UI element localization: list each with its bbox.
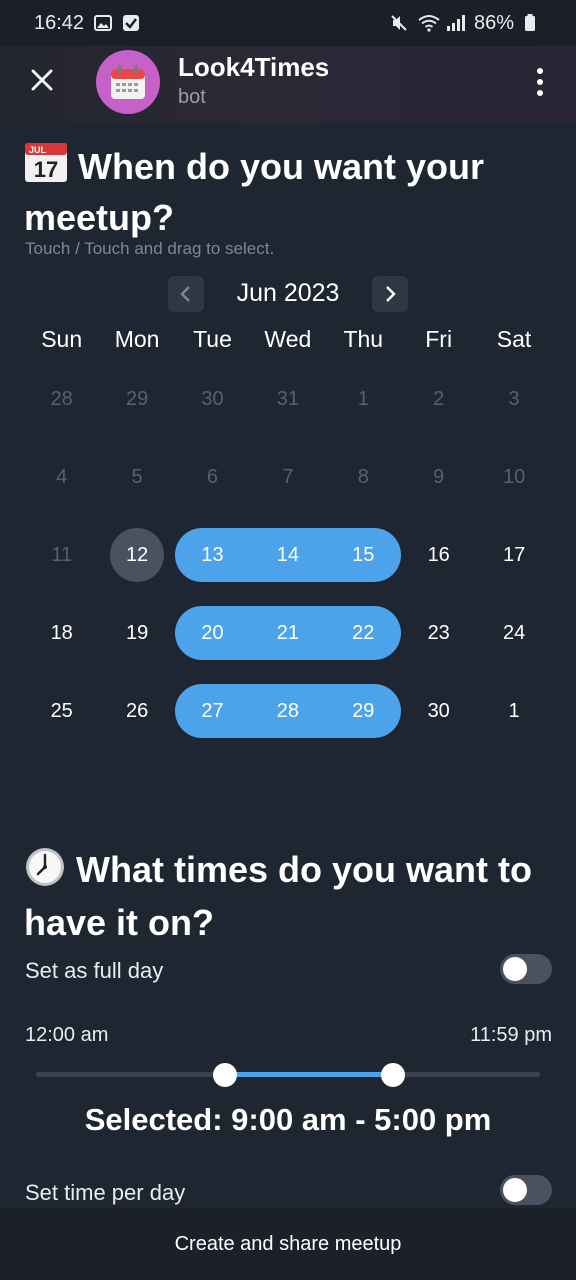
calendar-icon	[111, 65, 145, 99]
weekday-label: Thu	[343, 326, 384, 352]
calendar-day[interactable]: 16	[401, 528, 476, 582]
battery-level: 86%	[473, 11, 514, 34]
next-month-button[interactable]	[372, 276, 408, 312]
calendar-week-row: 25 26 27 28 29 30 1	[24, 684, 552, 738]
bot-name: Look4Times	[178, 52, 330, 82]
calendar-day-selected[interactable]: 14	[250, 528, 325, 582]
chat-header: Look4Times bot	[0, 46, 576, 123]
calendar-day[interactable]: 1	[476, 684, 551, 738]
signal-icon	[446, 14, 465, 32]
range-start-label: 12:00 am	[25, 1024, 109, 1046]
bottom-action-bar: Create and share meetup	[0, 1208, 576, 1280]
weekday-header-row: Sun Mon Tue Wed Thu Fri Sat	[24, 326, 552, 353]
weekday-label: Fri	[425, 326, 453, 352]
image-icon	[94, 14, 113, 32]
calendar-day[interactable]: 30	[175, 372, 250, 426]
calendar-week-row: 18 19 20 21 22 23 24	[24, 606, 552, 660]
calendar-day-selected[interactable]: 28	[250, 684, 325, 738]
avatar[interactable]	[96, 50, 160, 114]
time-section-title: What times do you want to have it on?	[24, 849, 532, 943]
date-section-heading: JUL 17 When do you want your meetup?	[24, 141, 564, 241]
time-section-heading: What times do you want to have it on?	[24, 846, 564, 946]
more-dot	[537, 90, 543, 96]
calendar-day-selected[interactable]: 22	[326, 606, 401, 660]
calendar-week-row: 28 29 30 31 1 2 3	[24, 372, 552, 426]
weekday-label: Tue	[193, 326, 232, 352]
calendar-day-selected[interactable]: 29	[326, 684, 401, 738]
clock-emoji-icon	[24, 846, 66, 899]
more-dot	[537, 68, 543, 74]
range-end-label: 11:59 pm	[470, 1024, 552, 1046]
weekday-label: Sun	[41, 326, 83, 352]
calendar-day[interactable]: 3	[476, 372, 551, 426]
calendar-day[interactable]: 1	[326, 372, 401, 426]
wifi-icon	[418, 14, 440, 32]
more-options-button[interactable]	[524, 62, 556, 102]
svg-text:17: 17	[34, 157, 58, 182]
calendar-day-selected[interactable]: 20	[175, 606, 250, 660]
bot-subtitle: bot	[178, 86, 206, 108]
calendar-day[interactable]: 4	[24, 450, 99, 504]
calendar-day[interactable]: 9	[401, 450, 476, 504]
weekday-label: Wed	[264, 326, 312, 352]
close-icon	[31, 69, 53, 91]
time-slider-end-handle[interactable]	[380, 1063, 405, 1087]
date-section-title: When do you want your meetup?	[24, 146, 484, 238]
prev-month-button[interactable]	[168, 276, 204, 312]
calendar-day[interactable]: 6	[175, 450, 250, 504]
selected-time-range: Selected: 9:00 am - 5:00 pm	[84, 1102, 492, 1137]
weekday-label: Sat	[496, 326, 532, 352]
calendar-day[interactable]: 31	[250, 372, 325, 426]
calendar-day[interactable]: 5	[99, 450, 174, 504]
calendar-day-selected[interactable]: 13	[175, 528, 250, 582]
more-dot	[537, 79, 543, 85]
calendar-day[interactable]: 17	[476, 528, 551, 582]
mute-icon	[390, 14, 408, 32]
calendar-day[interactable]: 29	[99, 372, 174, 426]
calendar-day-selected[interactable]: 21	[250, 606, 325, 660]
calendar-day[interactable]: 8	[326, 450, 401, 504]
per-day-label: Set time per day	[25, 1180, 186, 1205]
calendar-day[interactable]: 11	[24, 528, 99, 582]
calendar-day[interactable]: 30	[401, 684, 476, 738]
calendar-day-current[interactable]: 12	[99, 528, 174, 582]
battery-icon	[524, 14, 542, 32]
time-slider-start-handle[interactable]	[213, 1063, 237, 1087]
month-label: Jun 2023	[236, 279, 340, 307]
calendar-week-row: 11 12 13 14 15 16 17	[24, 528, 552, 582]
calendar-day[interactable]: 10	[476, 450, 551, 504]
calendar-emoji-icon: JUL 17	[24, 141, 68, 194]
per-day-toggle[interactable]	[500, 1175, 552, 1205]
calendar-day[interactable]: 2	[401, 372, 476, 426]
chevron-left-icon	[180, 286, 190, 302]
calendar-day-selected[interactable]: 15	[326, 528, 401, 582]
status-bar: 16:42 86%	[0, 0, 576, 46]
close-button[interactable]	[22, 60, 62, 100]
calendar-week-row: 4 5 6 7 8 9 10	[24, 450, 552, 504]
select-hint: Touch / Touch and drag to select.	[25, 239, 275, 258]
chevron-right-icon	[386, 286, 396, 302]
calendar-day[interactable]: 26	[99, 684, 174, 738]
calendar-day[interactable]: 24	[476, 606, 551, 660]
weekday-label: Mon	[114, 326, 160, 352]
checkbox-icon	[122, 14, 140, 32]
calendar-day[interactable]: 7	[250, 450, 325, 504]
create-share-button[interactable]: Create and share meetup	[175, 1233, 402, 1256]
calendar-day-selected[interactable]: 27	[175, 684, 250, 738]
calendar-day[interactable]: 23	[401, 606, 476, 660]
svg-text:JUL: JUL	[29, 145, 47, 155]
calendar-day[interactable]: 19	[99, 606, 174, 660]
calendar-day[interactable]: 28	[24, 372, 99, 426]
full-day-toggle[interactable]	[500, 954, 552, 984]
clock: 16:42	[34, 11, 85, 34]
calendar-day[interactable]: 18	[24, 606, 99, 660]
time-slider-range	[225, 1072, 393, 1077]
full-day-label: Set as full day	[25, 958, 164, 983]
calendar-day[interactable]: 25	[24, 684, 99, 738]
